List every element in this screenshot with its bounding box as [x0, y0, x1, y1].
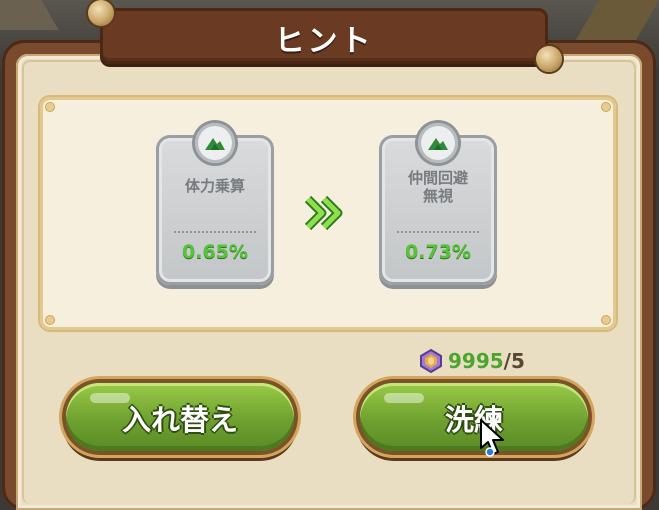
stat-name-line2: 無視	[422, 187, 453, 205]
gem-icon	[420, 348, 442, 374]
banner-knob-icon	[88, 0, 114, 26]
stat-card-before: 体力乗算 0.65%	[156, 123, 274, 285]
swap-button-label: 入れ替え	[121, 403, 238, 437]
dialog-title: ヒント	[274, 24, 374, 59]
refine-cost: 9995 /5	[418, 347, 525, 375]
cost-amount: 9995	[448, 349, 504, 373]
rivet-icon	[46, 103, 54, 111]
stat-value: 0.73%	[405, 241, 471, 263]
stat-name: 仲間回避 無視	[385, 169, 491, 205]
mountain-icon	[195, 123, 235, 163]
stat-value: 0.65%	[182, 241, 248, 263]
cost-limit: /5	[503, 349, 525, 373]
refine-button[interactable]: 洗練	[360, 383, 588, 451]
stat-divider	[397, 231, 479, 233]
stat-card-after: 仲間回避 無視 0.73%	[379, 123, 497, 285]
stat-name-line1: 仲間回避	[407, 169, 468, 187]
stat-name: 体力乗算	[184, 177, 245, 195]
mouse-pointer-icon	[478, 418, 508, 458]
rivet-icon	[602, 103, 610, 111]
refine-button-label: 洗練	[444, 403, 503, 437]
swap-button[interactable]: 入れ替え	[66, 383, 294, 451]
double-chevron-right-icon	[302, 195, 350, 231]
title-banner: ヒント	[100, 8, 548, 64]
stat-divider	[174, 231, 256, 233]
rivet-icon	[46, 316, 54, 324]
rivet-icon	[602, 316, 610, 324]
mountain-icon	[418, 123, 458, 163]
banner-knob-icon	[536, 46, 562, 72]
